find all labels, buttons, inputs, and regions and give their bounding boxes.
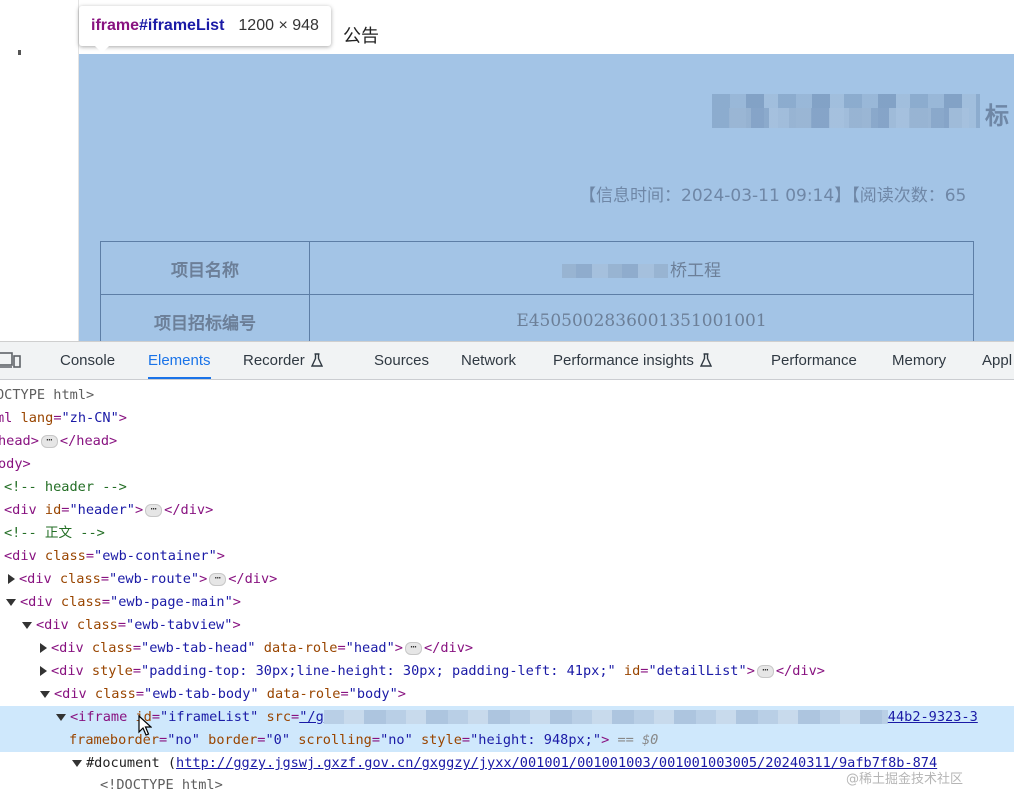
page-left-column xyxy=(0,0,79,341)
collapse-triangle-icon[interactable] xyxy=(56,713,66,721)
expand-ellipsis-button[interactable]: ⋯ xyxy=(209,572,227,586)
project-info-table: 项目名称 桥工程 项目招标编号 E4505002836001351001001 xyxy=(100,241,974,341)
info-meta-line: 【信息时间：2024-03-11 09:14】【阅读次数：65 xyxy=(579,186,967,206)
mouse-pointer-icon xyxy=(138,715,152,736)
dom-node-body[interactable]: ody> xyxy=(0,453,31,476)
notice-title-fragment: 公告 xyxy=(343,26,379,47)
tab-sources[interactable]: Sources xyxy=(374,342,429,379)
tooltip-tag: iframe xyxy=(91,17,140,34)
redacted-title-lower xyxy=(729,108,969,128)
tooltip-size: 1200 × 948 xyxy=(238,17,319,34)
left-column-mark xyxy=(18,50,21,55)
table-value: 桥工程 xyxy=(309,241,974,295)
tooltip-id: #iframeList xyxy=(139,17,225,34)
tab-memory[interactable]: Memory xyxy=(892,342,946,379)
table-value: E4505002836001351001001 xyxy=(309,294,974,341)
tab-recorder[interactable]: Recorder xyxy=(243,342,323,379)
dom-node-document[interactable]: #document (http://ggzy.jgswj.gxzf.gov.cn… xyxy=(72,752,937,775)
elements-dom-tree: OCTYPE html> ml lang="zh-CN"> head> ⋯ </he… xyxy=(0,380,1014,793)
dom-node-ewb-tab-head[interactable]: <div class="ewb-tab-head" data-role="hea… xyxy=(40,637,473,660)
dom-node-ewb-route[interactable]: <div class="ewb-route"> ⋯ </div> xyxy=(8,568,277,591)
table-key: 项目招标编号 xyxy=(100,294,310,341)
dom-node-head[interactable]: head> ⋯ </head> xyxy=(0,430,117,453)
expand-ellipsis-button[interactable]: ⋯ xyxy=(756,664,774,678)
tab-elements[interactable]: Elements xyxy=(148,342,211,379)
table-row: 项目招标编号 E4505002836001351001001 xyxy=(100,294,974,341)
expand-ellipsis-button[interactable]: ⋯ xyxy=(40,434,58,448)
expand-ellipsis-button[interactable]: ⋯ xyxy=(404,641,422,655)
experimental-flask-icon xyxy=(699,353,712,367)
experimental-flask-icon xyxy=(310,353,323,367)
tab-performance-insights[interactable]: Performance insights xyxy=(553,342,712,379)
dom-node-iframe-selected[interactable]: <iframe id="iframeList" src="/g 44b2-9323… xyxy=(0,706,1014,729)
collapse-triangle-icon[interactable] xyxy=(72,759,82,767)
collapse-triangle-icon[interactable] xyxy=(22,621,32,629)
watermark-text: @稀土掘金技术社区 xyxy=(846,772,964,787)
document-url-link[interactable]: http://ggzy.jgswj.gxzf.gov.cn/gxggzy/jyx… xyxy=(176,755,937,771)
redacted-name xyxy=(562,264,668,278)
redacted-iframe-src xyxy=(323,710,888,724)
element-inspect-tooltip: iframe #iframeList 1200 × 948 xyxy=(79,6,331,53)
devtools-tab-bar: Console Elements Recorder Sources Networ… xyxy=(0,342,1014,380)
table-row: 项目名称 桥工程 xyxy=(100,241,974,295)
tab-console[interactable]: Console xyxy=(60,342,115,379)
dom-node-ewb-tabview[interactable]: <div class="ewb-tabview"> xyxy=(22,614,241,637)
dom-node-doctype[interactable]: OCTYPE html> xyxy=(0,384,94,407)
dom-node-inner-doctype[interactable]: <!DOCTYPE html> xyxy=(100,774,223,793)
collapse-triangle-icon[interactable] xyxy=(40,690,50,698)
dom-comment-main[interactable]: <!-- 正文 --> xyxy=(4,522,105,545)
dom-node-ewb-container[interactable]: <div class="ewb-container"> xyxy=(4,545,225,568)
project-name-fragment: 桥工程 xyxy=(670,260,721,281)
tab-application[interactable]: Appl xyxy=(982,342,1012,379)
expand-triangle-icon[interactable] xyxy=(40,643,47,653)
device-toolbar-icon[interactable] xyxy=(0,352,24,368)
page-preview: 公告 标 【信息时间：2024-03-11 09:14】【阅读次数：65 项目名… xyxy=(0,0,1014,341)
selected-node-marker: == $0 xyxy=(617,732,659,748)
dom-node-ewb-tab-body[interactable]: <div class="ewb-tab-body" data-role="bod… xyxy=(40,683,406,706)
devtools-panel: Console Elements Recorder Sources Networ… xyxy=(0,341,1014,793)
dom-node-html[interactable]: ml lang="zh-CN"> xyxy=(0,407,127,430)
expand-ellipsis-button[interactable]: ⋯ xyxy=(145,503,163,517)
dom-node-div-header[interactable]: <div id="header"> ⋯ </div> xyxy=(4,499,213,522)
dom-node-ewb-page-main[interactable]: <div class="ewb-page-main"> xyxy=(6,591,241,614)
dom-node-iframe-attrs[interactable]: frameborder="no" border="0" scrolling="n… xyxy=(0,729,1014,752)
iframe-highlight-overlay: 标 【信息时间：2024-03-11 09:14】【阅读次数：65 项目名称 桥… xyxy=(79,54,1014,341)
expand-triangle-icon[interactable] xyxy=(40,666,47,676)
title-tail-char: 标 xyxy=(985,101,1009,130)
collapse-triangle-icon[interactable] xyxy=(6,598,16,606)
tab-network[interactable]: Network xyxy=(461,342,516,379)
dom-comment-header[interactable]: <!-- header --> xyxy=(4,476,127,499)
dom-node-detaillist[interactable]: <div style="padding-top: 30px;line-heigh… xyxy=(40,660,825,683)
table-key: 项目名称 xyxy=(100,241,310,295)
expand-triangle-icon[interactable] xyxy=(8,574,15,584)
tab-performance[interactable]: Performance xyxy=(771,342,857,379)
